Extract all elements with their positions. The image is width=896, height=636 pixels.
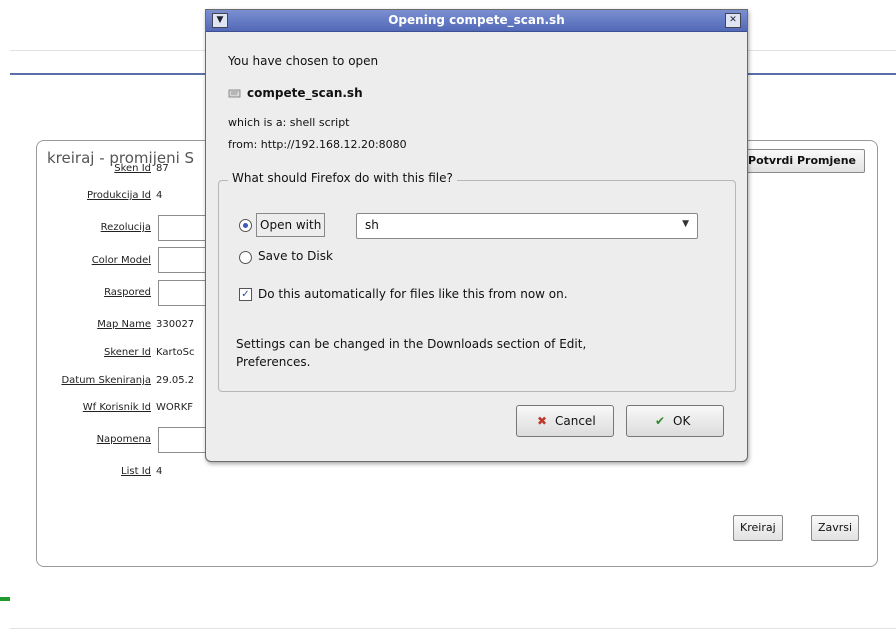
file-type: which is a: shell script bbox=[228, 116, 350, 129]
field-value-datum-skeniranja: 29.05.2 bbox=[156, 375, 195, 386]
file-name: compete_scan.sh bbox=[247, 86, 363, 100]
field-label-wf-korisnik-id: Wf Korisnik Id bbox=[82, 402, 151, 413]
field-label-napomena: Napomena bbox=[96, 434, 151, 445]
dialog-title: Opening compete_scan.sh bbox=[388, 13, 565, 27]
radio-selected-dot bbox=[243, 223, 248, 228]
field-value-sken-id: 87 bbox=[156, 163, 169, 174]
dialog-titlebar[interactable]: ▼ Opening compete_scan.sh ✕ bbox=[206, 10, 747, 32]
field-label-rezolucija: Rezolucija bbox=[100, 222, 151, 233]
kreiraj-button[interactable]: Kreiraj bbox=[733, 515, 783, 541]
intro-text: You have chosen to open bbox=[228, 54, 379, 68]
field-value-map-name: 330027 bbox=[156, 319, 195, 330]
field-value-wf-korisnik-id: WORKF bbox=[156, 402, 194, 413]
close-icon[interactable]: ✕ bbox=[725, 13, 741, 28]
open-with-radio[interactable] bbox=[239, 219, 252, 232]
open-file-dialog: ▼ Opening compete_scan.sh ✕ You have cho… bbox=[205, 9, 748, 462]
cancel-label: Cancel bbox=[555, 414, 596, 428]
save-to-disk-radio[interactable] bbox=[239, 251, 252, 264]
field-label-list-id: List Id bbox=[121, 466, 151, 477]
field-value-skener-id: KartoSc bbox=[156, 347, 195, 358]
script-file-icon bbox=[228, 89, 241, 98]
ok-label: OK bbox=[673, 414, 691, 428]
field-label-produkcija-id: Produkcija Id bbox=[87, 190, 151, 201]
field-value-list-id: 4 bbox=[156, 466, 163, 477]
green-marker bbox=[0, 597, 10, 601]
raspored-input[interactable] bbox=[158, 280, 210, 306]
field-value-produkcija-id: 4 bbox=[156, 190, 163, 201]
save-to-disk-label[interactable]: Save to Disk bbox=[258, 249, 333, 263]
field-label-color-model: Color Model bbox=[91, 255, 151, 266]
rezolucija-input[interactable] bbox=[158, 215, 210, 241]
field-label-skener-id: Skener Id bbox=[103, 347, 151, 358]
confirm-changes-button[interactable]: Potvrdi Promjene bbox=[739, 149, 865, 173]
file-source: from: http://192.168.12.20:8080 bbox=[228, 138, 407, 151]
footer-divider bbox=[10, 628, 896, 629]
field-label-map-name: Map Name bbox=[97, 319, 151, 330]
field-label-datum-skeniranja: Datum Skeniranja bbox=[61, 375, 151, 386]
chevron-down-icon: ▼ bbox=[682, 219, 689, 229]
cancel-button[interactable]: ✖ Cancel bbox=[516, 405, 614, 437]
action-question: What should Firefox do with this file? bbox=[228, 171, 457, 185]
color-model-input[interactable] bbox=[158, 247, 210, 273]
settings-note-line2: Preferences. bbox=[236, 355, 311, 369]
selected-app: sh bbox=[365, 218, 379, 232]
checkmark-icon: ✔ bbox=[655, 414, 666, 428]
open-with-label[interactable]: Open with bbox=[256, 213, 326, 237]
cancel-icon: ✖ bbox=[537, 414, 548, 428]
field-label-sken-id: Sken Id bbox=[114, 163, 151, 174]
auto-label[interactable]: Do this automatically for files like thi… bbox=[258, 287, 568, 301]
field-label-raspored: Raspored bbox=[104, 287, 151, 298]
auto-checkbox[interactable]: ✓ bbox=[239, 288, 252, 301]
ok-button[interactable]: ✔ OK bbox=[626, 405, 724, 437]
zavrsi-button[interactable]: Zavrsi bbox=[811, 515, 860, 541]
settings-note-line1: Settings can be changed in the Downloads… bbox=[236, 337, 587, 351]
open-with-app-select[interactable]: sh ▼ bbox=[356, 213, 698, 239]
